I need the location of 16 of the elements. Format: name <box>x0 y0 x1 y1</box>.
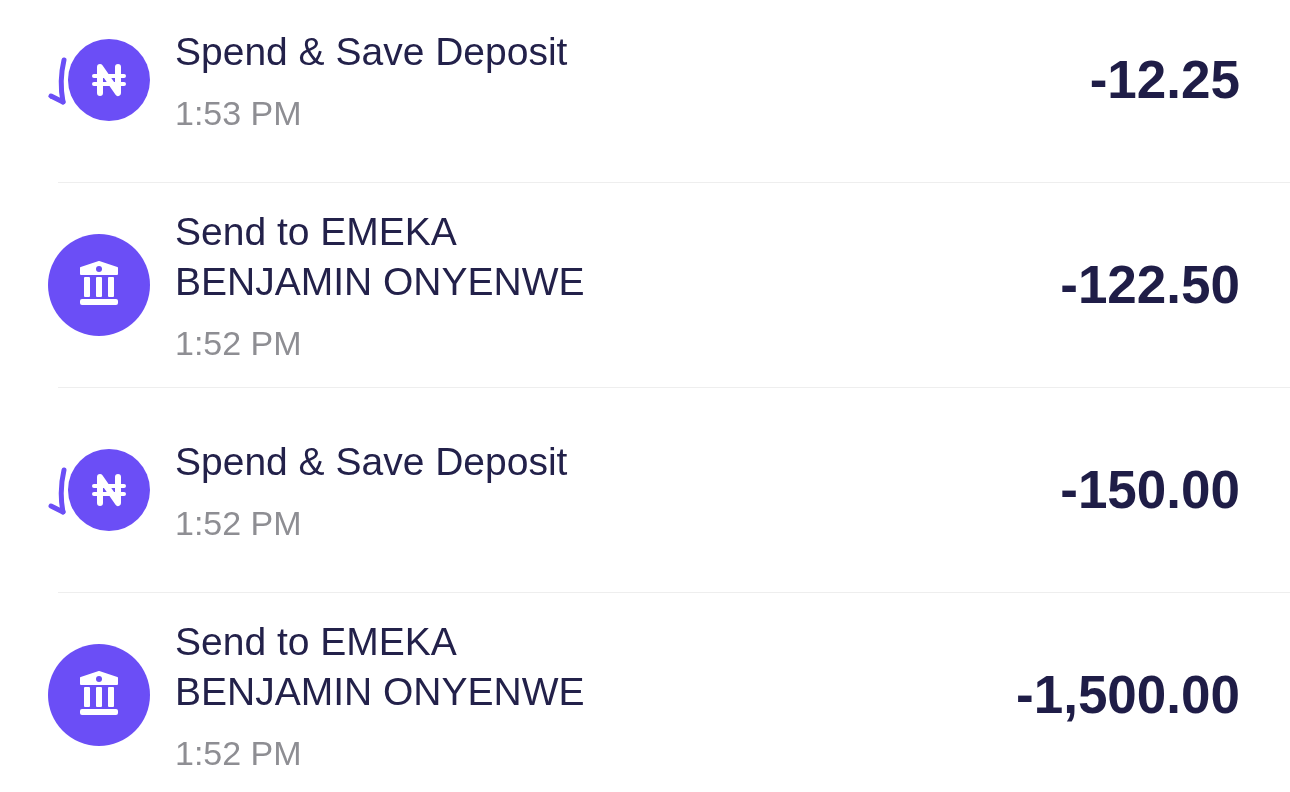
transaction-time: 1:52 PM <box>175 323 302 363</box>
transaction-amount: -122.50 <box>1060 254 1240 316</box>
transaction-title: Spend & Save Deposit <box>175 29 569 75</box>
transaction-title: Send to EMEKA BENJAMIN ONYENWE <box>175 209 586 305</box>
transaction-time: 1:52 PM <box>175 503 302 543</box>
naira-coin-icon <box>48 37 150 123</box>
naira-coin-icon <box>48 447 150 533</box>
bank-icon <box>48 644 150 746</box>
bank-icon <box>48 234 150 336</box>
transaction-amount: -1,500.00 <box>1016 664 1240 726</box>
transaction-time: 1:53 PM <box>175 93 302 133</box>
transaction-time: 1:52 PM <box>175 733 302 773</box>
transaction-title: Spend & Save Deposit <box>175 439 569 485</box>
transaction-title: Send to EMEKA BENJAMIN ONYENWE <box>175 619 586 715</box>
transaction-amount: -150.00 <box>1060 459 1240 521</box>
transaction-amount: -12.25 <box>1089 49 1240 111</box>
